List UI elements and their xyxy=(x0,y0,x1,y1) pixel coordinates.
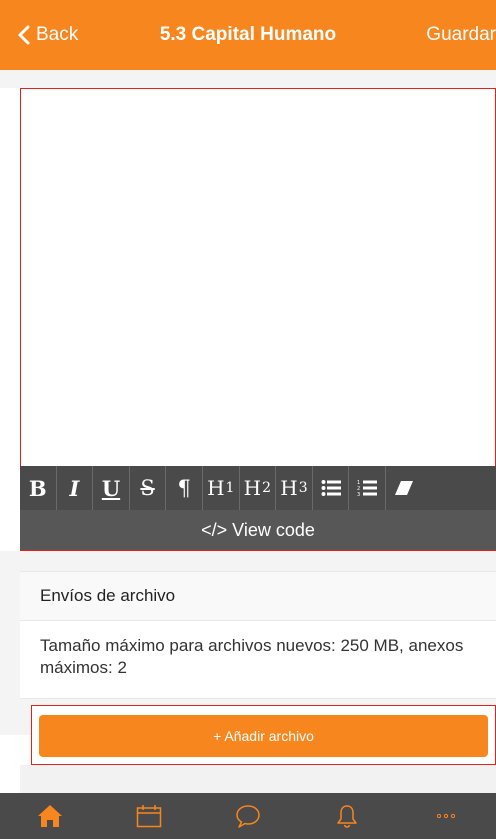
bold-label: B xyxy=(28,475,47,501)
editor-text-area[interactable] xyxy=(21,89,495,467)
eraser-icon xyxy=(395,481,414,495)
header-spacer xyxy=(0,70,496,88)
heading-1-level: 1 xyxy=(225,480,235,496)
heading-1-button[interactable]: H1 xyxy=(203,466,240,510)
heading-3-label: H xyxy=(280,476,298,500)
chat-bubble-icon xyxy=(236,805,260,828)
strikethrough-label: S xyxy=(140,476,155,500)
tab-messages[interactable] xyxy=(198,793,297,839)
add-file-button[interactable]: + Añadir archivo xyxy=(39,715,488,757)
nav-header: Back 5.3 Capital Humano Guardar xyxy=(0,0,496,70)
numbered-list-icon: 1 2 3 xyxy=(357,480,378,497)
tab-more[interactable] xyxy=(397,793,496,839)
clear-format-button[interactable] xyxy=(386,466,423,510)
page-title: 5.3 Capital Humano xyxy=(159,24,337,45)
strikethrough-button[interactable]: S xyxy=(130,466,167,510)
heading-2-label: H xyxy=(243,476,262,500)
file-limits-info: Tamaño máximo para archivos nuevos: 250 … xyxy=(20,621,496,699)
bullet-list-icon xyxy=(321,480,341,496)
svg-text:3: 3 xyxy=(357,492,360,497)
file-uploads-title: Envíos de archivo xyxy=(40,586,176,605)
bullet-list-button[interactable] xyxy=(313,466,350,510)
more-dots-icon xyxy=(437,813,456,819)
tab-home[interactable] xyxy=(0,793,99,839)
bottom-tab-bar xyxy=(0,793,496,839)
paragraph-button[interactable]: ¶ xyxy=(166,466,203,510)
heading-2-button[interactable]: H2 xyxy=(240,466,277,510)
home-icon xyxy=(37,805,62,827)
file-uploads-header: Envíos de archivo xyxy=(20,571,496,621)
heading-3-button[interactable]: H3 xyxy=(276,466,313,510)
formatting-toolbar: B I U S ¶ H1 H2 H3 1 2 3 xyxy=(20,466,496,510)
numbered-list-button[interactable]: 1 2 3 xyxy=(349,466,386,510)
heading-3-level: 3 xyxy=(298,480,308,496)
below-add-spacer xyxy=(20,765,496,793)
bold-button[interactable]: B xyxy=(20,466,57,510)
save-button[interactable]: Guardar xyxy=(426,22,496,48)
tab-calendar[interactable] xyxy=(99,793,198,839)
file-limits-text: Tamaño máximo para archivos nuevos: 250 … xyxy=(40,636,464,677)
heading-1-label: H xyxy=(207,476,225,500)
italic-label: I xyxy=(69,475,80,501)
italic-button[interactable]: I xyxy=(57,466,94,510)
underline-label: U xyxy=(101,475,121,501)
paragraph-label: ¶ xyxy=(177,476,191,500)
calendar-icon xyxy=(136,805,162,828)
tab-notifications[interactable] xyxy=(298,793,397,839)
view-code-button[interactable]: </> View code xyxy=(20,510,496,550)
heading-2-level: 2 xyxy=(262,480,272,496)
bell-icon xyxy=(337,805,357,828)
underline-button[interactable]: U xyxy=(93,466,130,510)
